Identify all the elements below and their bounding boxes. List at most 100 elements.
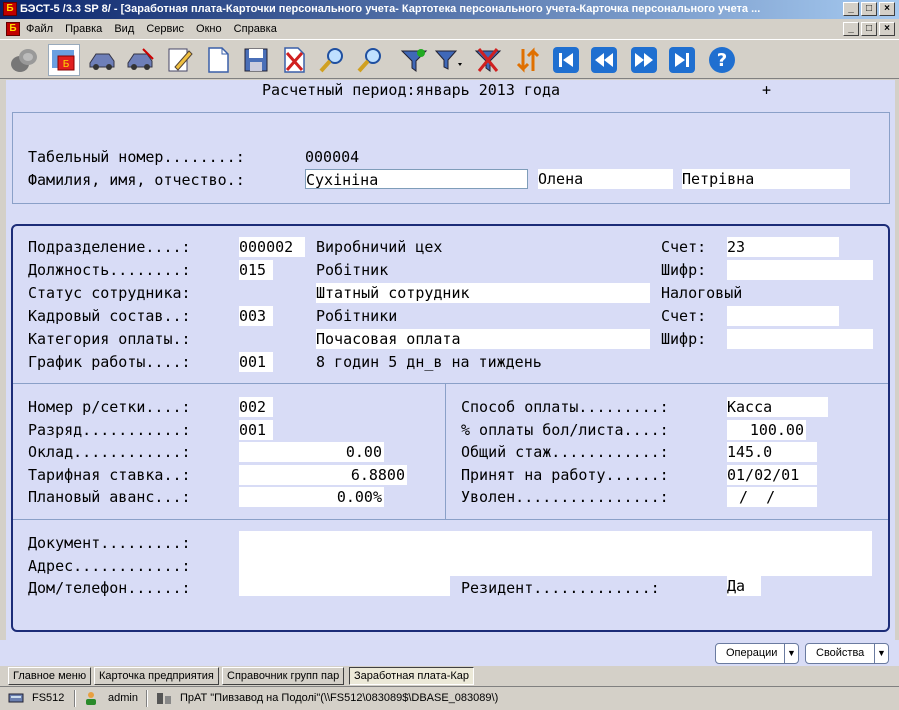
period-marker[interactable]: + [762,80,771,100]
search-icon[interactable] [316,44,348,76]
svg-text:Б: Б [63,59,70,70]
find-next-icon[interactable] [354,44,386,76]
menu-help[interactable]: Справка [234,23,277,35]
document-label: Документ.........: [28,534,191,552]
doc-minimize-button[interactable]: _ [843,22,859,36]
car-list-icon[interactable] [124,44,156,76]
menu-file[interactable]: Файл [26,23,53,35]
user-icon [84,691,98,710]
salary-field[interactable]: 0.00 [239,442,384,462]
tab-number-value[interactable]: 000004 [305,147,359,167]
doc-close-button[interactable]: × [879,22,895,36]
grade-field[interactable]: 001 [239,420,273,440]
next-record-icon[interactable] [628,44,660,76]
status-bar: FS512 admin ПрАТ "Пивзавод на Подолі"(\\… [0,686,899,710]
phone-label: Дом/телефон......: [28,579,191,597]
staff-label: Кадровый состав..: [28,307,191,325]
maximize-button[interactable]: □ [861,2,877,16]
division-code-field[interactable]: 000002 [239,237,305,257]
grid-number-field[interactable]: 002 [239,397,273,417]
coins-icon[interactable] [8,44,40,76]
first-record-icon[interactable] [550,44,582,76]
minimize-button[interactable]: _ [843,2,859,16]
car-icon[interactable] [86,44,118,76]
document-logo-icon[interactable]: Б [6,22,20,36]
phone-field[interactable] [239,576,450,596]
window-tab-main-menu[interactable]: Главное меню [8,667,92,685]
surname-field[interactable]: Сухініна [305,169,528,189]
title-bar: Б БЭСТ-5 /3.3 SP 8/ - [Заработная плата-… [0,0,899,19]
resident-field[interactable]: Да [727,576,761,596]
delete-icon[interactable] [278,44,310,76]
window-tab-pair-groups[interactable]: Справочник групп пар [222,667,345,685]
status-separator [74,690,76,707]
filter-menu-icon[interactable] [432,44,464,76]
previous-record-icon[interactable] [588,44,620,76]
menu-service[interactable]: Сервис [146,23,184,35]
company-database: ПрАТ "Пивзавод на Подолі"(\\FS512\083089… [180,692,499,704]
grid-number-label: Номер р/сетки....: [28,398,191,416]
menu-window[interactable]: Окно [196,23,222,35]
pay-method-field[interactable]: Касса [727,397,828,417]
sort-icon[interactable] [512,44,544,76]
cipher-field[interactable] [727,260,873,280]
staff-code-field[interactable]: 003 [239,306,273,326]
staff-name: Робітники [316,307,398,325]
window-tabs: Главное меню Карточка предприятия Справо… [0,666,899,686]
operations-dropdown-icon[interactable]: ▼ [784,644,798,663]
status-separator [146,690,148,707]
edit-pencil-icon[interactable] [164,44,196,76]
resident-label: Резидент.............: [461,579,660,597]
patronymic-field[interactable]: Петрівна [682,169,850,189]
window-controls: _ □ × [843,2,895,16]
server-name: FS512 [32,692,65,704]
experience-field[interactable]: 145.0 [727,442,817,462]
sick-pay-field[interactable]: 100.00 [727,420,806,440]
pay-category-field[interactable]: Почасовая оплата [316,329,650,349]
document-address-field[interactable] [239,531,872,576]
schedule-code-field[interactable]: 001 [239,352,273,372]
position-code-field[interactable]: 015 [239,260,273,280]
sick-pay-label: % оплаты бол/листа....: [461,421,669,439]
window-tab-payroll[interactable]: Заработная плата-Кар [349,667,475,685]
doc-maximize-button[interactable]: □ [861,22,877,36]
advance-label: Плановый аванс...: [28,488,191,506]
properties-dropdown-icon[interactable]: ▼ [874,644,888,663]
tax-account-field[interactable] [727,306,839,326]
fired-date-field[interactable]: / / [727,487,817,507]
personnel-card-form: Расчетный период:январь 2013 года + Табе… [6,80,895,640]
last-record-icon[interactable] [666,44,698,76]
company-card-icon[interactable]: Б [48,44,80,76]
operations-button[interactable]: Операции ▼ [715,643,799,664]
window-tab-company-card[interactable]: Карточка предприятия [94,667,219,685]
operations-button-label: Операции [726,647,778,659]
section-divider-1 [13,383,888,384]
new-document-icon[interactable] [202,44,234,76]
account-field[interactable]: 23 [727,237,839,257]
server-icon [8,691,24,710]
properties-button[interactable]: Свойства ▼ [805,643,889,664]
account-label: Счет: [661,238,707,256]
status-field[interactable]: Штатный сотрудник [316,283,650,303]
address-label: Адрес............: [28,557,191,575]
fired-label: Уволен................: [461,488,669,506]
tax-label: Налоговый [661,284,743,302]
menu-view[interactable]: Вид [114,23,134,35]
app-logo-icon[interactable]: Б [3,2,17,16]
grade-label: Разряд...........: [28,421,191,439]
tax-cipher-field[interactable] [727,329,873,349]
division-name: Виробничий цех [316,238,443,256]
user-name: admin [108,692,138,704]
filter-icon[interactable] [398,44,430,76]
menu-edit[interactable]: Правка [65,23,102,35]
tariff-rate-field[interactable]: 6.8800 [239,465,407,485]
help-icon[interactable]: ? [706,44,738,76]
close-button[interactable]: × [879,2,895,16]
hired-date-field[interactable]: 01/02/01 [727,465,817,485]
advance-field[interactable]: 0.00% [239,487,384,507]
svg-text:?: ? [717,50,727,71]
tab-number-label: Табельный номер........: [28,148,245,166]
save-icon[interactable] [240,44,272,76]
remove-filter-icon[interactable] [472,44,504,76]
first-name-field[interactable]: Олена [538,169,673,189]
